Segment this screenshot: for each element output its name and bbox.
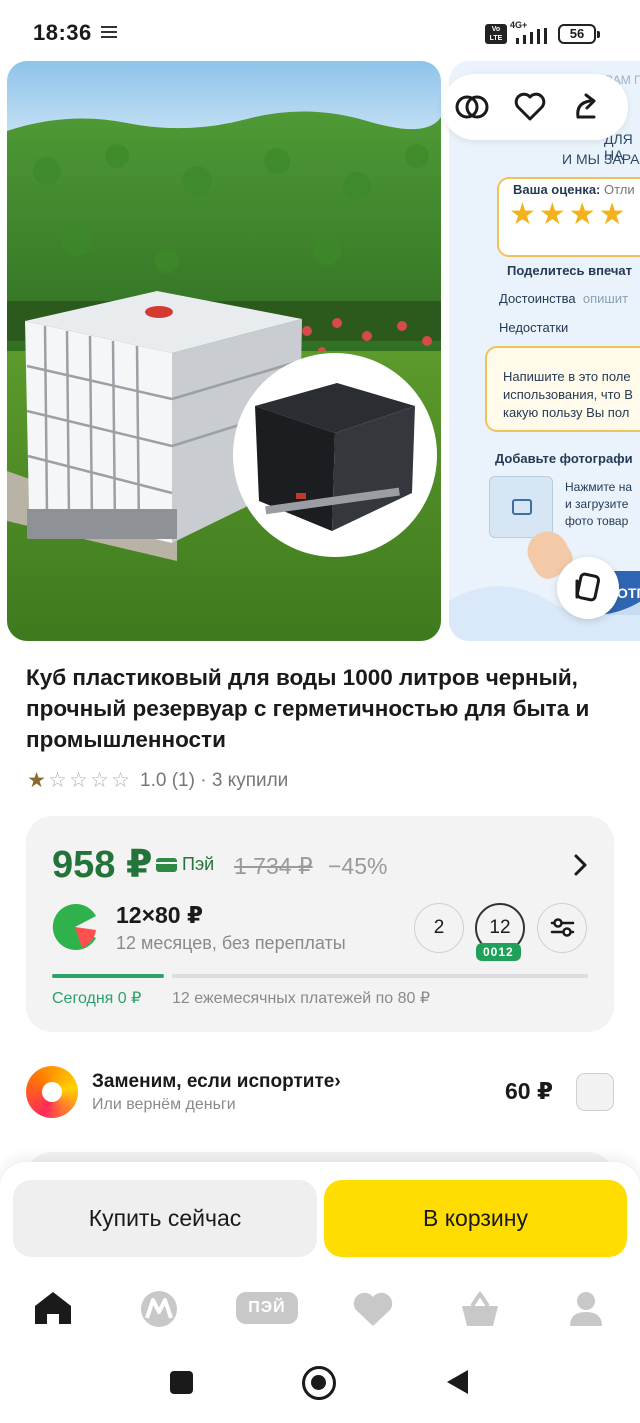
buyers-count: · 3 купили bbox=[200, 770, 289, 791]
chevron-right-icon[interactable] bbox=[571, 852, 591, 878]
term-option-2[interactable]: 2 bbox=[414, 903, 464, 953]
buy-now-button[interactable]: Купить сейчас bbox=[13, 1180, 317, 1257]
review-card-line: И МЫ ЗАРА bbox=[562, 151, 640, 167]
review-text-box: Напишите в это поле использования, что В… bbox=[485, 346, 640, 432]
price-card[interactable]: 958 ₽ Пэй 1 734 ₽ −45% 12×80 ₽ 12 месяце… bbox=[26, 816, 614, 1032]
compare-icon[interactable] bbox=[450, 85, 494, 129]
current-price: 958 ₽ bbox=[52, 844, 153, 886]
sliders-icon bbox=[550, 918, 574, 937]
rating-value: 1.0 bbox=[140, 770, 167, 791]
notification-icon bbox=[101, 26, 117, 41]
insurance-title-text: Заменим, если испортите bbox=[92, 1071, 335, 1092]
favorite-heart-icon[interactable] bbox=[508, 85, 552, 129]
split-description: 12 месяцев, без переплаты bbox=[116, 933, 346, 953]
gallery-expand-button[interactable] bbox=[557, 557, 619, 619]
rating-box: Ваша оценка: Отли ★★★★ bbox=[497, 177, 640, 257]
pay-badge: Пэй bbox=[156, 854, 214, 875]
rating-box-label: Ваша оценка: Отли bbox=[513, 182, 635, 197]
add-to-cart-button[interactable]: В корзину bbox=[324, 1180, 627, 1257]
review-share-label: Поделитесь впечат bbox=[507, 263, 632, 278]
insurance-checkbox[interactable] bbox=[576, 1073, 614, 1111]
monthly-payments: 12 ежемесячных платежей по 80 ₽ bbox=[172, 990, 431, 1007]
signal-icon bbox=[516, 28, 547, 44]
pay-label: Пэй bbox=[182, 854, 215, 874]
rating-box-stars: ★★★★ bbox=[509, 198, 629, 231]
product-title: Куб пластиковый для воды 1000 литров чер… bbox=[26, 665, 590, 752]
review-pros-label: Достоинства опишит bbox=[499, 291, 629, 306]
home-dot-icon bbox=[311, 1375, 326, 1390]
share-icon[interactable] bbox=[564, 85, 608, 129]
insurance-logo-icon bbox=[26, 1066, 78, 1118]
review-photo-hint: Нажмите на и загрузите фото товар bbox=[565, 479, 632, 530]
rating-stars-icon: ★ ☆ ☆ ☆ ☆ bbox=[27, 769, 130, 792]
today-payment: Сегодня 0 ₽ bbox=[52, 990, 142, 1007]
nav-profile-icon[interactable] bbox=[556, 1284, 616, 1334]
home-button[interactable] bbox=[302, 1366, 336, 1400]
payment-progress-remaining bbox=[172, 974, 588, 978]
review-add-photo-label: Добавьте фотографи bbox=[495, 451, 633, 466]
product-image-secondary[interactable]: ЕСЛИ ВАМ П ДЛЯ НА И МЫ ЗАРА Ваша оценка:… bbox=[449, 61, 640, 641]
review-photo-hint-line: фото товар bbox=[565, 514, 629, 528]
old-price: 1 734 ₽ bbox=[234, 853, 313, 879]
review-text-hint-line: какую пользу Вы пол bbox=[503, 405, 630, 420]
nav-pay-button[interactable]: ПЭЙ bbox=[236, 1292, 298, 1324]
product-image[interactable] bbox=[7, 61, 441, 641]
rating-row[interactable]: ★ ☆ ☆ ☆ ☆ 1.0 (1) · 3 купили bbox=[26, 768, 288, 794]
insurance-title[interactable]: Заменим, если испортите› bbox=[92, 1071, 341, 1093]
split-amount: 12×80 ₽ bbox=[116, 902, 203, 928]
term-code-badge: 0012 bbox=[476, 943, 521, 961]
chevron-right-icon: › bbox=[334, 1071, 341, 1092]
product-photo-illustration bbox=[7, 61, 441, 641]
review-text-hint-line: использования, что В bbox=[503, 387, 633, 402]
payment-progress-today bbox=[52, 974, 164, 978]
recent-apps-button[interactable] bbox=[170, 1371, 193, 1394]
nav-cart-icon[interactable] bbox=[450, 1284, 510, 1334]
back-button[interactable] bbox=[444, 1368, 470, 1396]
insurance-subtitle: Или вернём деньги bbox=[92, 1096, 236, 1113]
nav-market-icon[interactable] bbox=[129, 1284, 189, 1334]
copy-icon bbox=[575, 572, 601, 602]
volte-icon: Vo LTE bbox=[485, 24, 507, 44]
status-bar: 18:36 Vo LTE 4G+ 56 bbox=[0, 0, 640, 66]
split-logo-icon bbox=[52, 904, 96, 950]
rating-count: (1) bbox=[171, 770, 195, 791]
review-photo-hint-line: и загрузите bbox=[565, 497, 629, 511]
camera-icon bbox=[489, 476, 553, 538]
review-photo-hint-line: Нажмите на bbox=[565, 480, 632, 494]
nav-home-icon[interactable] bbox=[23, 1284, 83, 1334]
insurance-price: 60 ₽ bbox=[505, 1078, 553, 1104]
review-text-hint: Напишите в это поле использования, что В… bbox=[503, 368, 633, 422]
image-actions-bar bbox=[442, 74, 628, 140]
clock: 18:36 bbox=[33, 20, 92, 45]
nav-favorites-icon[interactable] bbox=[343, 1284, 403, 1334]
battery-icon: 56 bbox=[558, 24, 600, 44]
discount-badge: −45% bbox=[328, 853, 388, 879]
filter-settings-button[interactable] bbox=[537, 903, 587, 953]
card-icon bbox=[156, 857, 177, 872]
review-text-hint-line: Напишите в это поле bbox=[503, 369, 631, 384]
review-cons-label: Недостатки bbox=[499, 320, 569, 335]
